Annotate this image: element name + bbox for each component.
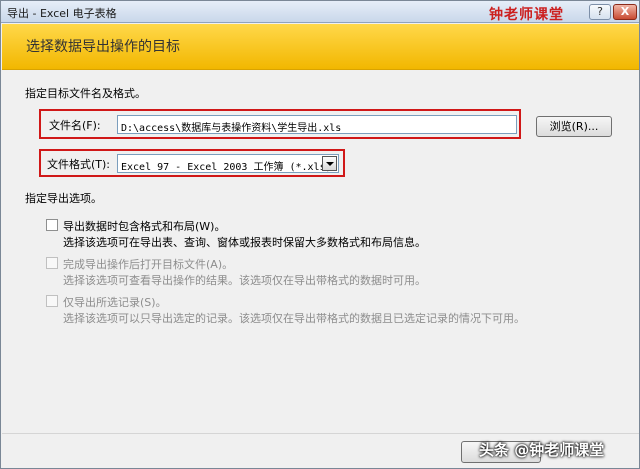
browse-button[interactable]: 浏览(R)... (536, 116, 612, 137)
close-icon[interactable]: X (613, 4, 637, 20)
title-bar[interactable]: 导出 - Excel 电子表格 钟老师课堂 ? X (1, 1, 639, 23)
filename-label: 文件名(F): (49, 119, 101, 132)
format-select-value: Excel 97 - Excel 2003 工作簿 (*.xls) (121, 162, 332, 173)
include-formatting-description: 选择该选项可在导出表、查询、窗体或报表时保留大多数格式和布局信息。 (63, 236, 426, 249)
include-formatting-label[interactable]: 导出数据时包含格式和布局(W)。 (63, 218, 225, 234)
header-banner: 选择数据导出操作的目标 (2, 24, 639, 70)
footer-divider (2, 433, 639, 434)
target-section-label: 指定目标文件名及格式。 (25, 87, 146, 100)
open-target-file-label: 完成导出操作后打开目标文件(A)。 (63, 258, 234, 271)
help-icon[interactable]: ? (589, 4, 611, 20)
window-title: 导出 - Excel 电子表格 (7, 7, 117, 20)
watermark-bottom: 头条 @钟老师课堂 (479, 441, 605, 459)
watermark-top: 钟老师课堂 (489, 7, 564, 23)
include-formatting-checkbox[interactable] (46, 219, 58, 231)
open-target-file-checkbox[interactable] (46, 257, 58, 269)
options-section-label: 指定导出选项。 (25, 192, 102, 205)
format-label: 文件格式(T): (47, 158, 111, 171)
chevron-down-icon[interactable] (322, 156, 337, 171)
format-select[interactable]: Excel 97 - Excel 2003 工作簿 (*.xls) (117, 154, 339, 173)
export-dialog: 导出 - Excel 电子表格 钟老师课堂 ? X 选择数据导出操作的目标 指定… (0, 0, 640, 469)
page-title: 选择数据导出操作的目标 (26, 39, 180, 55)
export-selected-label: 仅导出所选记录(S)。 (63, 296, 167, 309)
open-target-file-description: 选择该选项可查看导出操作的结果。该选项仅在导出带格式的数据时可用。 (63, 274, 426, 287)
export-selected-checkbox[interactable] (46, 295, 58, 307)
export-selected-description: 选择该选项可以只导出选定的记录。该选项仅在导出带格式的数据且已选定记录的情况下可… (63, 312, 525, 325)
filename-input[interactable]: D:\access\数据库与表操作资料\学生导出.xls (117, 115, 517, 134)
